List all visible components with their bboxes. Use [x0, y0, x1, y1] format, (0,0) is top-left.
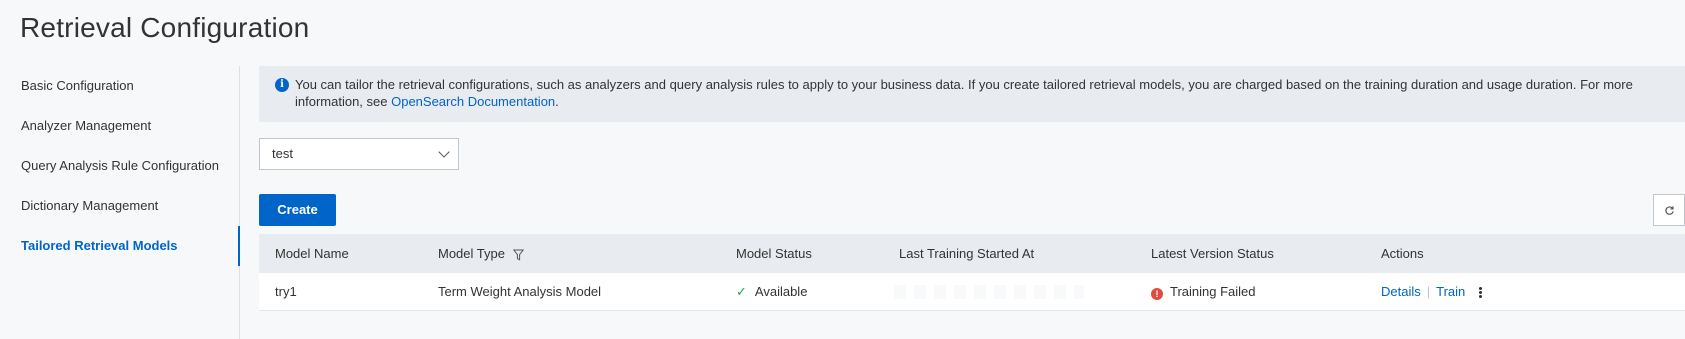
refresh-button[interactable] — [1653, 194, 1685, 226]
filter-icon[interactable] — [512, 249, 524, 261]
sidebar-item-label: Basic Configuration — [21, 78, 134, 93]
sidebar-item-dictionary-management[interactable]: Dictionary Management — [0, 186, 239, 226]
header-model-name: Model Name — [275, 246, 349, 261]
table-row: try1 Term Weight Analysis Model ✓ Availab… — [259, 273, 1685, 311]
row-actions: Details | Train — [1381, 273, 1483, 311]
sidebar-item-tailored-retrieval-models[interactable]: Tailored Retrieval Models — [0, 226, 240, 266]
header-latest-version-status: Latest Version Status — [1151, 246, 1274, 261]
table-header: Model Name Model Type Model Status Last … — [259, 234, 1685, 273]
header-model-type-label: Model Type — [438, 246, 505, 261]
model-status: ✓ Available — [736, 273, 807, 311]
sidebar-item-basic-configuration[interactable]: Basic Configuration — [0, 66, 239, 106]
refresh-icon — [1665, 206, 1674, 215]
sidebar-item-label: Tailored Retrieval Models — [21, 238, 178, 253]
create-button[interactable]: Create — [259, 194, 336, 226]
instance-select-value: test — [272, 146, 293, 161]
info-notice: i You can tailor the retrieval configura… — [259, 66, 1685, 122]
header-model-status: Model Status — [736, 246, 812, 261]
latest-version-status: ! Training Failed — [1151, 273, 1256, 311]
header-model-type: Model Type — [438, 234, 524, 273]
details-link[interactable]: Details — [1381, 284, 1421, 299]
train-link[interactable]: Train — [1436, 284, 1465, 299]
sidebar-item-label: Analyzer Management — [21, 118, 152, 133]
sidebar: Basic Configuration Analyzer Management … — [0, 66, 240, 339]
action-divider: | — [1426, 284, 1431, 299]
latest-version-status-label: Training Failed — [1170, 284, 1256, 299]
header-actions: Actions — [1381, 246, 1424, 261]
models-table: Model Name Model Type Model Status Last … — [259, 234, 1685, 311]
header-last-training: Last Training Started At — [899, 246, 1035, 261]
model-type: Term Weight Analysis Model — [438, 284, 602, 299]
opensearch-documentation-link[interactable]: OpenSearch Documentation — [391, 94, 555, 109]
sidebar-item-query-analysis-rule-configuration[interactable]: Query Analysis Rule Configuration — [0, 146, 239, 186]
model-status-label: Available — [754, 284, 808, 299]
chevron-down-icon — [438, 146, 450, 158]
sidebar-item-label: Dictionary Management — [21, 198, 159, 213]
page-title: Retrieval Configuration — [20, 12, 310, 43]
model-name: try1 — [275, 284, 297, 299]
notice-suffix: . — [555, 94, 559, 109]
sidebar-item-label: Query Analysis Rule Configuration — [21, 158, 219, 173]
redacted-timestamp — [894, 281, 1084, 303]
instance-select[interactable]: test — [259, 138, 459, 170]
info-icon: i — [275, 78, 289, 92]
sidebar-item-analyzer-management[interactable]: Analyzer Management — [0, 106, 239, 146]
check-icon: ✓ — [736, 284, 747, 299]
error-icon: ! — [1151, 288, 1163, 300]
more-actions-icon[interactable] — [1479, 286, 1483, 299]
